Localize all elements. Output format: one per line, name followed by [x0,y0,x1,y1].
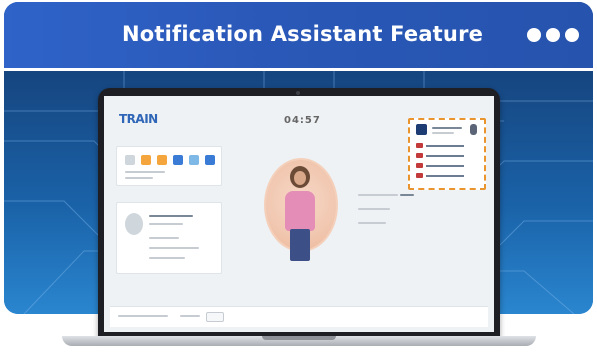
clock-text: 04:57 [284,115,321,126]
profile-card[interactable] [116,202,222,274]
info-line [358,194,398,196]
info-line [358,208,390,210]
person-face [294,171,306,185]
text-line [125,171,165,173]
notification-header-line [432,127,462,129]
notification-text [426,175,464,177]
quick-tiles-card[interactable] [116,146,222,186]
notification-text [426,155,464,157]
notification-item[interactable] [416,172,476,180]
notification-item[interactable] [416,142,476,150]
person-legs [290,229,310,261]
person-icon [470,124,477,135]
profile-line [149,237,179,239]
profile-line [149,247,199,249]
avatar [416,124,427,135]
profile-line [149,257,185,259]
notification-subheader-line [432,132,454,134]
text-line [125,177,153,179]
alert-icon [416,163,423,168]
footer-line [118,315,168,317]
notification-text [426,165,464,167]
card-header: Notification Assistant Feature [4,2,593,71]
tile-icon[interactable] [125,155,135,165]
info-line [358,222,386,224]
alert-icon [416,173,423,178]
profile-avatar [125,213,143,235]
three-dots-icon[interactable] [527,28,579,42]
footer-bar [110,306,488,327]
notification-item[interactable] [416,162,476,170]
alert-icon [416,153,423,158]
profile-line [149,223,183,225]
laptop-screen: TRAIN 04:57 [104,96,494,332]
info-line [400,194,414,196]
profile-name-line [149,215,193,217]
webcam [296,91,300,95]
notification-panel[interactable] [408,118,486,190]
tile-icon[interactable] [157,155,167,165]
feature-title: Notification Assistant Feature [122,22,484,46]
alert-icon [416,143,423,148]
footer-line [180,315,200,317]
tile-icon[interactable] [189,155,199,165]
person-body [285,191,315,231]
dot [546,28,560,42]
notification-text [426,145,464,147]
tile-icon[interactable] [173,155,183,165]
dot [527,28,541,42]
notification-item[interactable] [416,152,476,160]
app-logo: TRAIN [119,112,158,126]
tile-icon[interactable] [141,155,151,165]
tile-icon[interactable] [205,155,215,165]
laptop-notch [262,336,336,340]
footer-button[interactable] [206,312,224,322]
dot [565,28,579,42]
